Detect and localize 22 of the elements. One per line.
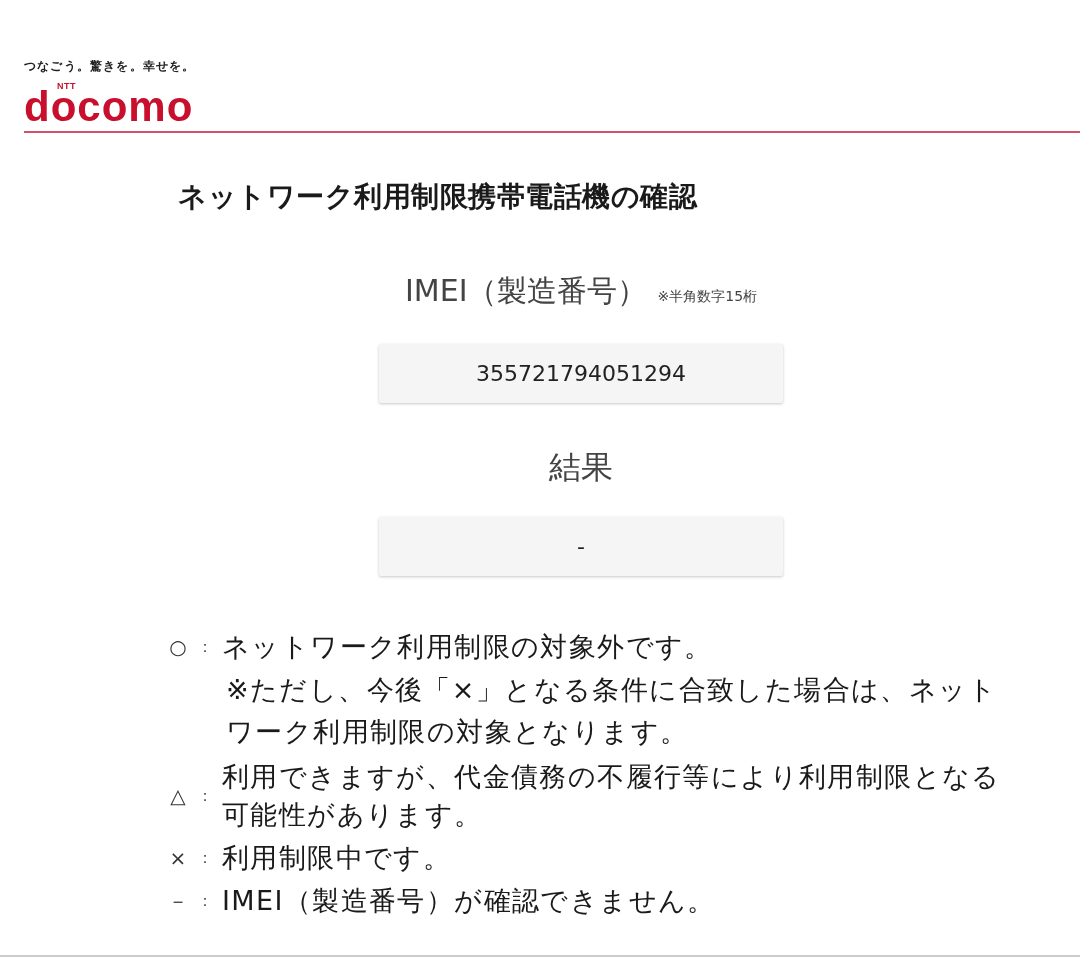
logo-wordmark: docomo bbox=[24, 90, 194, 124]
legend-text: 利用制限中です。 bbox=[222, 841, 452, 875]
field-hint: ※半角数字15桁 bbox=[657, 287, 758, 305]
legend-colon: ： bbox=[196, 890, 214, 912]
legend-colon: ： bbox=[196, 636, 214, 658]
legend-text: 利用できますが、代金債務の不履行等により利用制限となる可能性があります。 bbox=[222, 760, 1002, 832]
legend-symbol: － bbox=[167, 888, 189, 914]
imei-field[interactable]: 355721794051294 bbox=[379, 344, 783, 403]
legend-colon: ： bbox=[196, 785, 214, 807]
legend-symbol: △ bbox=[169, 783, 187, 809]
field-label: IMEI（製造番号） bbox=[404, 272, 648, 310]
tagline: つなごう。驚きを。幸せを。 bbox=[24, 59, 196, 73]
field-label: 結果 bbox=[549, 447, 613, 487]
legend-text: ネットワーク利用制限の対象外です。 bbox=[222, 630, 713, 664]
legend-text: IMEI（製造番号）が確認できません。 bbox=[222, 884, 716, 918]
page-title: ネットワーク利用制限携帯電話機の確認 bbox=[178, 179, 699, 215]
legend-symbol: × bbox=[168, 845, 188, 871]
result-field: - bbox=[379, 517, 783, 576]
legend-symbol: ○ bbox=[168, 634, 188, 660]
logo-mark-text: NTT bbox=[57, 82, 76, 90]
legend-colon: ： bbox=[196, 847, 214, 869]
legend-note: ※ただし、今後「×」となる条件に合致した場合は、ネットワーク利用制限の対象となります。 bbox=[226, 673, 999, 749]
